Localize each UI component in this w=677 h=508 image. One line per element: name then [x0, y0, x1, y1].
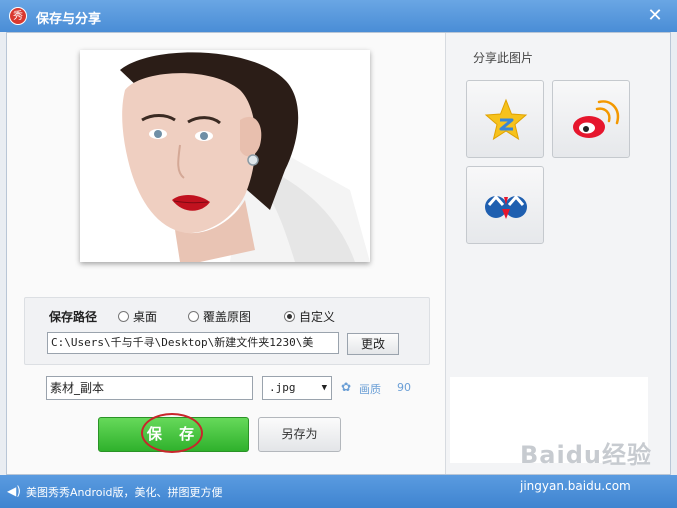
quality-link[interactable]: 画质 [359, 381, 381, 397]
portrait-image [80, 50, 370, 262]
radio-desktop[interactable]: 桌面 [118, 308, 157, 325]
panel-divider [445, 33, 446, 474]
save-as-button[interactable]: 另存为 [258, 417, 341, 452]
image-preview [80, 50, 370, 262]
renren-icon [485, 194, 527, 219]
watermark-brand: Baidu经验 [520, 441, 652, 469]
window-title: 保存与分享 [36, 12, 102, 27]
file-extension-select[interactable]: .jpg ▼ [262, 376, 332, 400]
close-button[interactable]: ✕ [643, 4, 667, 28]
gear-icon[interactable]: ✿ [341, 380, 351, 394]
share-renren-button[interactable] [466, 166, 544, 244]
file-extension-value: .jpg [269, 381, 296, 394]
radio-label-custom: 自定义 [299, 310, 336, 324]
title-bar: 秀 保存与分享 ✕ [0, 0, 677, 32]
speaker-icon: ◀) [7, 484, 21, 498]
app-logo-icon: 秀 [9, 7, 27, 25]
radio-custom[interactable]: 自定义 [284, 308, 335, 325]
status-message[interactable]: 美图秀秀Android版，美化、拼图更方便 [26, 484, 223, 500]
chevron-down-icon: ▼ [321, 383, 327, 393]
file-name-input[interactable]: 素材_副本 [46, 376, 253, 400]
radio-dot-desktop[interactable] [118, 311, 129, 322]
share-qzone-button[interactable] [466, 80, 544, 158]
radio-dot-overwrite[interactable] [188, 311, 199, 322]
radio-dot-custom[interactable] [284, 311, 295, 322]
quality-value: 90 [397, 381, 411, 394]
share-title: 分享此图片 [473, 51, 534, 65]
weibo-icon [573, 100, 620, 138]
radio-label-desktop: 桌面 [133, 310, 158, 324]
radio-label-overwrite: 覆盖原图 [203, 310, 252, 324]
watermark-url: jingyan.baidu.com [520, 479, 631, 493]
save-path-label: 保存路径 [49, 310, 98, 324]
save-path-panel: 保存路径 桌面 覆盖原图 自定义 C:\Users\千与千寻\Desktop\新… [24, 297, 430, 365]
change-path-button[interactable]: 更改 [347, 333, 399, 355]
radio-overwrite-original[interactable]: 覆盖原图 [188, 308, 251, 325]
save-path-input[interactable]: C:\Users\千与千寻\Desktop\新建文件夹1230\美 [47, 332, 339, 354]
save-button[interactable]: 保 存 [98, 417, 249, 452]
share-weibo-button[interactable] [552, 80, 630, 158]
qzone-icon [484, 98, 528, 141]
